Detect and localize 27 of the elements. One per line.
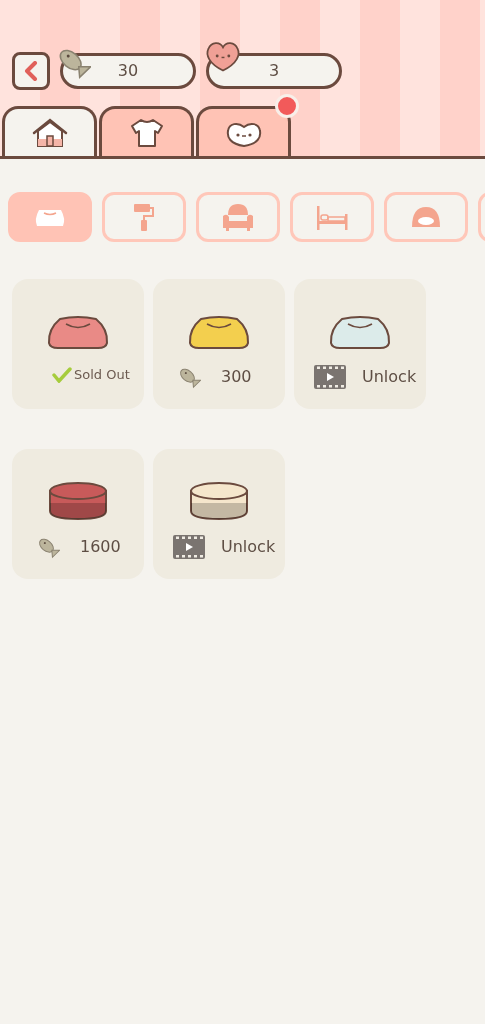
- unlock-label: Unlock: [362, 366, 417, 388]
- video-icon: [314, 365, 346, 389]
- check-icon: [52, 366, 72, 383]
- shop-item-card[interactable]: Sold Out: [12, 279, 144, 409]
- filter-button[interactable]: [196, 192, 280, 242]
- shop-item-card[interactable]: 300: [153, 279, 285, 409]
- filter-button[interactable]: [384, 192, 468, 242]
- price-label: 300: [221, 366, 252, 388]
- unlock-label: Unlock: [221, 536, 276, 558]
- counter-value: 30: [117, 60, 139, 82]
- filter-button[interactable]: [290, 192, 374, 242]
- video-icon: [173, 535, 205, 559]
- back-button[interactable]: [12, 52, 50, 90]
- shop-item-card[interactable]: Unlock: [153, 449, 285, 579]
- price-label: 1600: [80, 536, 121, 558]
- shop-item-card[interactable]: Unlock: [294, 279, 426, 409]
- sold-out-label: Sold Out: [74, 366, 130, 384]
- pet-bed-drawing: [187, 479, 251, 523]
- category-tab[interactable]: [2, 106, 97, 156]
- shop-item-card[interactable]: 1600: [12, 449, 144, 579]
- category-tab[interactable]: [99, 106, 194, 156]
- filter-button[interactable]: [8, 192, 92, 242]
- filter-button[interactable]: [102, 192, 186, 242]
- pet-bed-drawing: [46, 479, 110, 523]
- category-tab[interactable]: [196, 106, 291, 156]
- shirt-icon: [128, 116, 165, 149]
- counter-value: 3: [268, 60, 280, 82]
